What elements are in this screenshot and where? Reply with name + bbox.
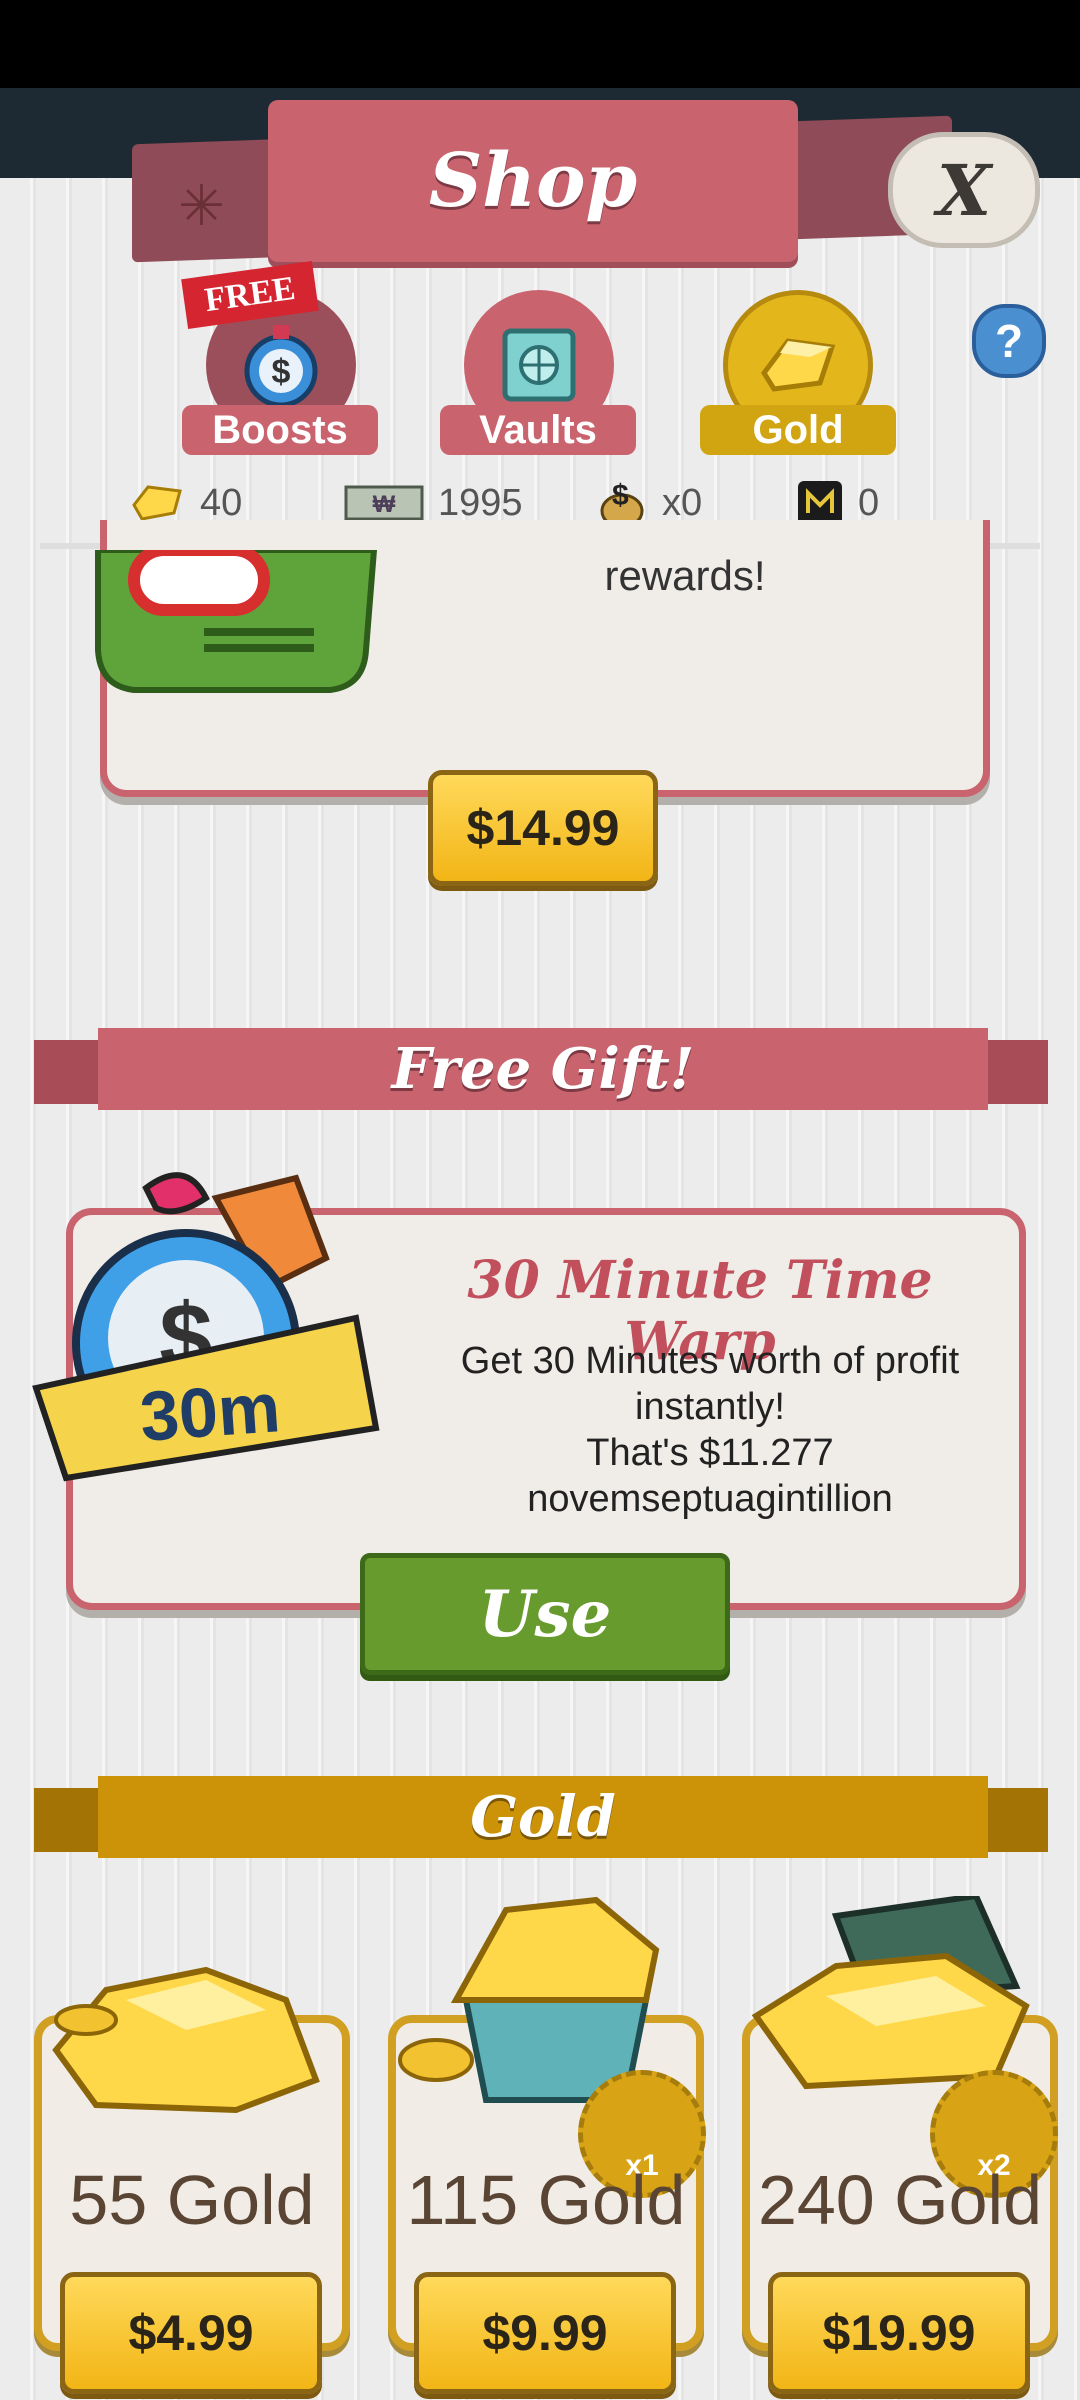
use-button[interactable]: Use [360, 1553, 730, 1675]
svg-text:₩: ₩ [373, 491, 396, 518]
page-title: Shop [428, 138, 638, 224]
close-icon: X [936, 148, 992, 232]
tab-vaults[interactable]: Vaults [440, 405, 636, 455]
gold-section-banner: Gold [98, 1776, 988, 1858]
megabucks-amount: 1995 [438, 481, 523, 524]
gold-pack-amount: 55 Gold [69, 2161, 315, 2239]
gold-pack-amount: 115 Gold [406, 2161, 686, 2239]
megabucks-icon: ₩ [344, 485, 424, 521]
close-button[interactable]: X [888, 132, 1040, 248]
gold-amount: 40 [200, 481, 243, 524]
buy-gold-240-button[interactable]: $19.99 [768, 2272, 1030, 2394]
money-bag-count: x0 [662, 481, 703, 524]
svg-text:$: $ [612, 479, 629, 512]
gold-pile-icon [52, 1966, 320, 2114]
gold-bar-icon [760, 338, 836, 392]
description-line: instantly! [635, 1386, 785, 1428]
buy-gold-55-button[interactable]: $4.99 [60, 2272, 322, 2394]
megaticket-count: 0 [858, 481, 880, 524]
stopwatch-money-icon: $ [244, 325, 318, 408]
time-warp-description: Get 30 Minutes worth of profit instantly… [420, 1338, 1000, 1522]
ticket-machine-icon [95, 550, 378, 693]
buy-offer-button[interactable]: $14.99 [428, 770, 658, 886]
time-warp-stopwatch-icon: $ [32, 1172, 380, 1482]
buy-gold-115-button[interactable]: $9.99 [414, 2272, 676, 2394]
gold-pack-amount: 240 Gold [757, 2161, 1043, 2239]
gold-gem-icon [132, 485, 182, 521]
time-badge: 30m [137, 1368, 283, 1456]
tab-gold[interactable]: Gold [700, 405, 896, 455]
vault-icon [502, 328, 576, 402]
help-button[interactable]: ? [972, 304, 1046, 378]
free-gift-banner: Free Gift! [98, 1028, 988, 1110]
shop-title-banner: Shop [268, 100, 798, 262]
description-line: Get 30 Minutes worth of profit [460, 1340, 960, 1382]
gold-section-title: Gold [470, 1784, 616, 1850]
status-bar [0, 0, 1080, 88]
starburst-decoration-icon: ✳ [178, 174, 225, 237]
description-line: That's $11.277 novemseptuagintillion [527, 1432, 893, 1520]
question-icon: ? [994, 315, 1024, 367]
offer-text: rewards! [604, 552, 766, 599]
free-gift-title: Free Gift! [391, 1036, 695, 1102]
tab-boosts[interactable]: Boosts [182, 405, 378, 455]
svg-text:$: $ [272, 353, 291, 391]
